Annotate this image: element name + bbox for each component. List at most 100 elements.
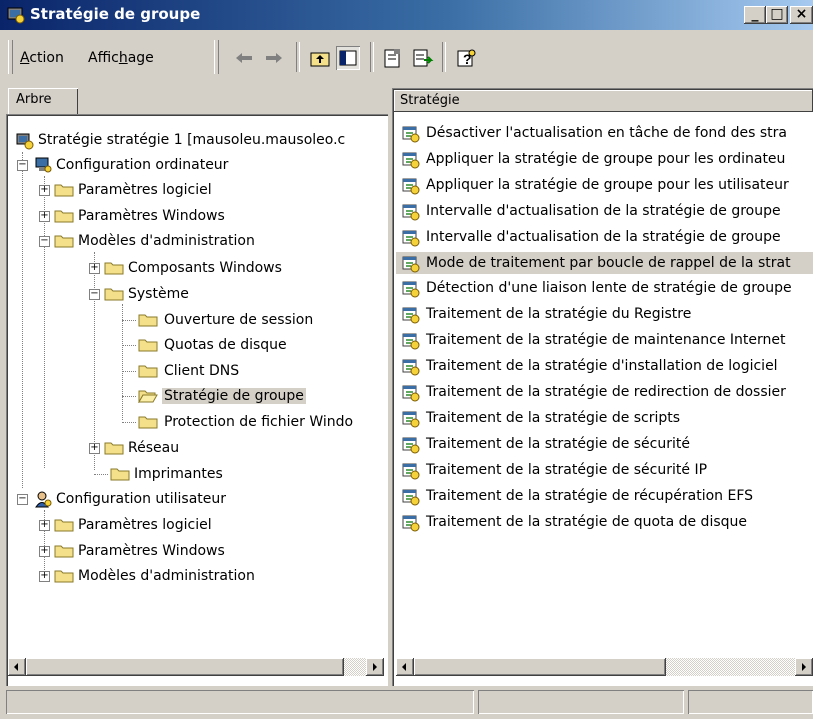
tree-item-file-protection[interactable]: Protection de fichier Windo: [6, 412, 388, 432]
show-tree-icon[interactable]: [336, 46, 360, 70]
collapse-icon[interactable]: −: [17, 494, 28, 505]
forward-icon[interactable]: [262, 46, 286, 70]
tree-label: Quotas de disque: [164, 337, 287, 353]
policy-row[interactable]: Traitement de la stratégie de quota de d…: [396, 511, 813, 533]
tree-horizontal-scrollbar[interactable]: [8, 658, 384, 676]
expand-icon[interactable]: +: [39, 185, 50, 196]
tree-item-network[interactable]: + Réseau: [6, 438, 388, 458]
tree-item-disk-quota[interactable]: Quotas de disque: [6, 335, 388, 355]
tab-tree[interactable]: Arbre: [8, 88, 78, 114]
group-policy-icon: [7, 7, 25, 24]
policy-row[interactable]: Intervalle d'actualisation de la stratég…: [396, 226, 813, 248]
scroll-thumb[interactable]: [26, 658, 344, 676]
tree-item-cc-software[interactable]: + Paramètres logiciel: [6, 180, 388, 200]
help-icon[interactable]: ?: [454, 46, 478, 70]
export-list-icon[interactable]: [410, 46, 434, 70]
back-icon[interactable]: [232, 46, 256, 70]
policy-setting-icon: [402, 359, 420, 376]
policy-row[interactable]: Traitement de la stratégie de récupérati…: [396, 485, 813, 507]
policy-row[interactable]: Détection d'une liaison lente de stratég…: [396, 277, 813, 299]
tree-label: Paramètres Windows: [78, 208, 225, 224]
collapse-icon[interactable]: −: [89, 289, 100, 300]
tree-label: Système: [128, 286, 189, 302]
up-folder-icon[interactable]: [308, 46, 332, 70]
maximize-button[interactable]: □: [766, 6, 788, 24]
expand-icon[interactable]: +: [39, 571, 50, 582]
tree-label: Configuration ordinateur: [56, 157, 229, 173]
column-header-policy[interactable]: Stratégie: [394, 90, 813, 112]
tree-item-dns-client[interactable]: Client DNS: [6, 361, 388, 381]
tree-connector: [122, 371, 136, 372]
folder-icon: [110, 468, 130, 481]
group-policy-icon: [16, 133, 34, 150]
policy-row[interactable]: Traitement de la stratégie de redirectio…: [396, 381, 813, 403]
tree-item-printers[interactable]: Imprimantes: [6, 464, 388, 484]
properties-icon[interactable]: [380, 46, 404, 70]
policy-row[interactable]: Traitement de la stratégie de scripts: [396, 407, 813, 429]
tree-label: Configuration utilisateur: [56, 491, 227, 507]
policy-label: Traitement de la stratégie de sécurité I…: [426, 462, 708, 478]
policy-row[interactable]: Traitement de la stratégie de maintenanc…: [396, 329, 813, 351]
list-horizontal-scrollbar[interactable]: [396, 658, 813, 676]
expand-icon[interactable]: +: [39, 520, 50, 531]
policy-row[interactable]: Désactiver l'actualisation en tâche de f…: [396, 122, 813, 144]
tree-item-cc-windows[interactable]: + Paramètres Windows: [6, 206, 388, 226]
policy-row[interactable]: Traitement de la stratégie de sécurité: [396, 433, 813, 455]
tree-item-uc-admin[interactable]: + Modèles d'administration: [6, 566, 388, 586]
policy-row[interactable]: Intervalle d'actualisation de la stratég…: [396, 200, 813, 222]
folder-icon: [54, 184, 74, 197]
folder-icon: [54, 519, 74, 532]
policy-row[interactable]: Traitement de la stratégie du Registre: [396, 303, 813, 325]
policy-label: Appliquer la stratégie de groupe pour le…: [426, 151, 786, 167]
policy-label: Mode de traitement par boucle de rappel …: [426, 255, 791, 271]
close-button[interactable]: ×: [790, 6, 813, 24]
status-pane-3: [688, 690, 813, 714]
tree-item-uc-windows[interactable]: + Paramètres Windows: [6, 541, 388, 561]
tree-item-uc-software[interactable]: + Paramètres logiciel: [6, 515, 388, 535]
policy-setting-icon: [402, 256, 420, 273]
scroll-left-button[interactable]: [396, 658, 414, 676]
tree-item-user-config[interactable]: − Configuration utilisateur: [6, 489, 388, 509]
policy-setting-icon: [402, 385, 420, 402]
toolbar-grip[interactable]: [214, 40, 219, 74]
scroll-right-button[interactable]: [795, 658, 813, 676]
policy-setting-icon: [402, 463, 420, 480]
policy-row[interactable]: Mode de traitement par boucle de rappel …: [396, 252, 813, 274]
tree-item-root[interactable]: Stratégie stratégie 1 [mausoleu.mausoleo…: [6, 130, 388, 150]
collapse-icon[interactable]: −: [17, 160, 28, 171]
policy-row[interactable]: Traitement de la stratégie d'installatio…: [396, 355, 813, 377]
tree-label: Stratégie de groupe: [162, 388, 306, 404]
tree-label: Modèles d'administration: [78, 233, 255, 249]
policy-setting-icon: [402, 230, 420, 247]
toolbar-grip[interactable]: [8, 40, 13, 74]
user-icon: [35, 491, 52, 508]
policy-setting-icon: [402, 126, 420, 143]
policy-label: Appliquer la stratégie de groupe pour le…: [426, 177, 789, 193]
expand-icon[interactable]: +: [89, 443, 100, 454]
tree-label: Paramètres logiciel: [78, 182, 212, 198]
policy-setting-icon: [402, 281, 420, 298]
tree-label: Modèles d'administration: [78, 568, 255, 584]
tree-item-logon[interactable]: Ouverture de session: [6, 310, 388, 330]
policy-row[interactable]: Appliquer la stratégie de groupe pour le…: [396, 148, 813, 170]
minimize-button[interactable]: _: [744, 6, 766, 24]
menu-action[interactable]: Action: [20, 50, 64, 66]
tree-item-computer-config[interactable]: − Configuration ordinateur: [6, 155, 388, 175]
tree-label: Paramètres Windows: [78, 543, 225, 559]
expand-icon[interactable]: +: [39, 211, 50, 222]
tree-item-system[interactable]: − Système: [6, 284, 388, 304]
scroll-thumb[interactable]: [414, 658, 666, 676]
policy-row[interactable]: Traitement de la stratégie de sécurité I…: [396, 459, 813, 481]
menu-view[interactable]: Affichage: [88, 50, 154, 66]
tree-label: Client DNS: [164, 363, 240, 379]
expand-icon[interactable]: +: [39, 546, 50, 557]
policy-setting-icon: [402, 152, 420, 169]
scroll-left-button[interactable]: [8, 658, 26, 676]
expand-icon[interactable]: +: [89, 263, 100, 274]
tree-item-cc-admin[interactable]: − Modèles d'administration: [6, 231, 388, 251]
tree-item-group-policy[interactable]: Stratégie de groupe: [6, 386, 388, 406]
tree-item-components[interactable]: + Composants Windows: [6, 258, 388, 278]
scroll-right-button[interactable]: [366, 658, 384, 676]
policy-row[interactable]: Appliquer la stratégie de groupe pour le…: [396, 174, 813, 196]
collapse-icon[interactable]: −: [39, 236, 50, 247]
